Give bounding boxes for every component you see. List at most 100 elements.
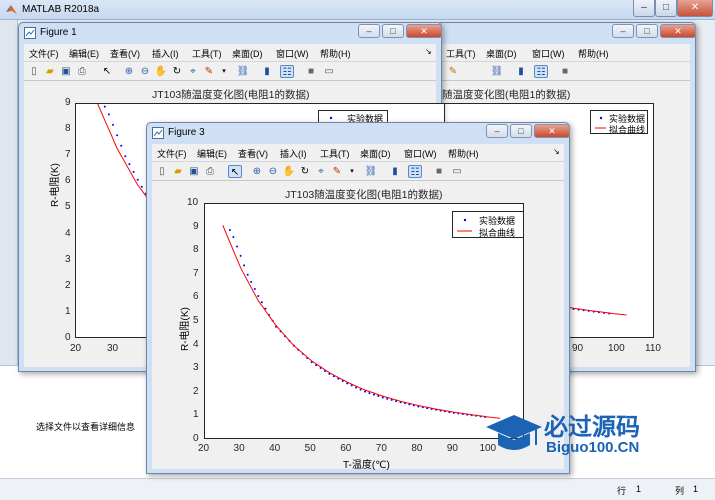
brush-icon[interactable]: ✎	[446, 65, 460, 78]
fig1-close-button[interactable]: ✕	[406, 24, 442, 38]
fig1-data-point	[116, 134, 119, 137]
fig3-close-button[interactable]: ✕	[534, 124, 570, 138]
brush-icon[interactable]: ✎	[330, 165, 344, 178]
fig2-legend-fit: 拟合曲线	[609, 125, 646, 135]
zoom-out-icon[interactable]: ⊖	[138, 65, 152, 78]
fig1-menu-view[interactable]: 查看(V)	[110, 47, 140, 60]
fig1-menu-bar: 文件(F) 编辑(E) 查看(V) 插入(I) 工具(T) 桌面(D) 窗口(W…	[24, 44, 436, 61]
fig3-data-point	[260, 301, 263, 304]
fig2-menu-tools[interactable]: 工具(T)	[446, 47, 476, 60]
fig1-menu-dock-icon[interactable]: ↘	[425, 47, 432, 56]
link-icon[interactable]: ⛓	[490, 65, 504, 78]
fig3-menu-dock-icon[interactable]: ↘	[553, 147, 560, 156]
fig3-xtick-tick: 70	[375, 443, 387, 454]
link-icon[interactable]: ⛓	[364, 165, 378, 178]
fig3-menu-view[interactable]: 查看(V)	[238, 147, 268, 160]
link-icon[interactable]: ⛓	[236, 65, 250, 78]
fig2-close-button[interactable]: ✕	[660, 24, 696, 38]
colorbar-icon[interactable]: ▮	[260, 65, 274, 78]
fig2-xtick-100: 100	[608, 343, 625, 354]
fig3-ytick-tick: 8	[193, 244, 199, 256]
legend-icon[interactable]: ☷	[534, 65, 548, 78]
pointer-icon[interactable]: ↖	[228, 165, 242, 178]
save-icon[interactable]: ▣	[59, 65, 73, 78]
open-file-icon[interactable]: ▰	[171, 165, 185, 178]
fig1-maximize-button[interactable]: □	[382, 24, 404, 38]
legend-icon[interactable]: ☷	[408, 165, 422, 178]
brush-dropdown-icon[interactable]: ▾	[345, 165, 359, 178]
fig3-maximize-button[interactable]: □	[510, 124, 532, 138]
fig3-minimize-button[interactable]: –	[486, 124, 508, 138]
fig1-menu-insert[interactable]: 插入(I)	[152, 47, 179, 60]
colorbar-icon[interactable]: ▮	[388, 165, 402, 178]
matlab-title: MATLAB R2018a	[22, 4, 100, 15]
fig2-legend-marker-points	[599, 116, 603, 120]
fig3-menu-window[interactable]: 窗口(W)	[404, 147, 437, 160]
pan-icon[interactable]: ✋	[154, 65, 168, 78]
hide-tools-icon[interactable]: ■	[558, 65, 572, 78]
save-icon[interactable]: ▣	[187, 165, 201, 178]
fig2-menu-help[interactable]: 帮助(H)	[578, 47, 609, 60]
fig3-data-point	[239, 254, 242, 257]
fig1-ylabel: R-电阻(K)	[50, 163, 61, 207]
fig3-plot-title: JT103随温度变化图(电阻1的数据)	[285, 189, 443, 201]
minimize-button[interactable]: –	[633, 0, 655, 17]
zoom-out-icon[interactable]: ⊖	[266, 165, 280, 178]
fig1-menu-file[interactable]: 文件(F)	[29, 47, 59, 60]
fig1-minimize-button[interactable]: –	[358, 24, 380, 38]
fig3-xtick-tick: 80	[411, 443, 423, 454]
fig1-menu-edit[interactable]: 编辑(E)	[69, 47, 99, 60]
fig2-minimize-button[interactable]: –	[612, 24, 634, 38]
fig2-maximize-button[interactable]: □	[636, 24, 658, 38]
fig1-xtick-20: 20	[70, 343, 82, 354]
fig1-ytick-tick: 9	[65, 97, 71, 108]
fig1-data-point	[136, 178, 139, 181]
fig3-menu-help[interactable]: 帮助(H)	[448, 147, 479, 160]
new-figure-icon[interactable]: ▯	[27, 65, 41, 78]
close-button[interactable]: ✕	[677, 0, 713, 17]
fig3-ytick-tick: 10	[187, 197, 199, 208]
fig3-data-point	[232, 236, 235, 238]
zoom-in-icon[interactable]: ⊕	[122, 65, 136, 78]
fig1-data-point	[120, 144, 123, 147]
fig3-data-point	[250, 280, 253, 283]
fig2-menu-window[interactable]: 窗口(W)	[532, 47, 565, 60]
show-tools-icon[interactable]: ▭	[322, 65, 336, 78]
maximize-button[interactable]: □	[655, 0, 677, 17]
fig3-xtick-tick: 60	[340, 443, 352, 454]
fig3-legend[interactable]: 实验数据 拟合曲线	[452, 211, 524, 238]
fig3-menu-file[interactable]: 文件(F)	[157, 147, 187, 160]
fig1-menu-tools[interactable]: 工具(T)	[192, 47, 222, 60]
fig1-menu-help[interactable]: 帮助(H)	[320, 47, 351, 60]
fig1-xtick-30: 30	[107, 343, 119, 354]
colorbar-icon[interactable]: ▮	[514, 65, 528, 78]
fig3-menu-tools[interactable]: 工具(T)	[320, 147, 350, 160]
pan-icon[interactable]: ✋	[282, 165, 296, 178]
hide-tools-icon[interactable]: ■	[304, 65, 318, 78]
fig2-legend[interactable]: 实验数据 拟合曲线	[590, 110, 648, 135]
zoom-in-icon[interactable]: ⊕	[250, 165, 264, 178]
data-cursor-icon[interactable]: ⌖	[186, 65, 200, 78]
data-cursor-icon[interactable]: ⌖	[314, 165, 328, 178]
figure-icon	[152, 127, 164, 139]
fig1-menu-desktop[interactable]: 桌面(D)	[232, 47, 263, 60]
row-label: 行	[617, 486, 627, 496]
rotate-icon[interactable]: ↻	[170, 65, 184, 78]
legend-icon[interactable]: ☷	[280, 65, 294, 78]
fig1-menu-window[interactable]: 窗口(W)	[276, 47, 309, 60]
print-icon[interactable]: ⎙	[75, 65, 89, 78]
hide-tools-icon[interactable]: ■	[432, 165, 446, 178]
new-figure-icon[interactable]: ▯	[155, 165, 169, 178]
fig3-menu-insert[interactable]: 插入(I)	[280, 147, 307, 160]
fig3-menu-desktop[interactable]: 桌面(D)	[360, 147, 391, 160]
brush-icon[interactable]: ✎	[202, 65, 216, 78]
fig2-menu-desktop[interactable]: 桌面(D)	[486, 47, 517, 60]
rotate-icon[interactable]: ↻	[298, 165, 312, 178]
fig1-data-point	[107, 113, 110, 116]
pointer-icon[interactable]: ↖	[100, 65, 114, 78]
print-icon[interactable]: ⎙	[203, 165, 217, 178]
brush-dropdown-icon[interactable]: ▾	[217, 65, 231, 78]
show-tools-icon[interactable]: ▭	[450, 165, 464, 178]
fig3-menu-edit[interactable]: 编辑(E)	[197, 147, 227, 160]
open-file-icon[interactable]: ▰	[43, 65, 57, 78]
